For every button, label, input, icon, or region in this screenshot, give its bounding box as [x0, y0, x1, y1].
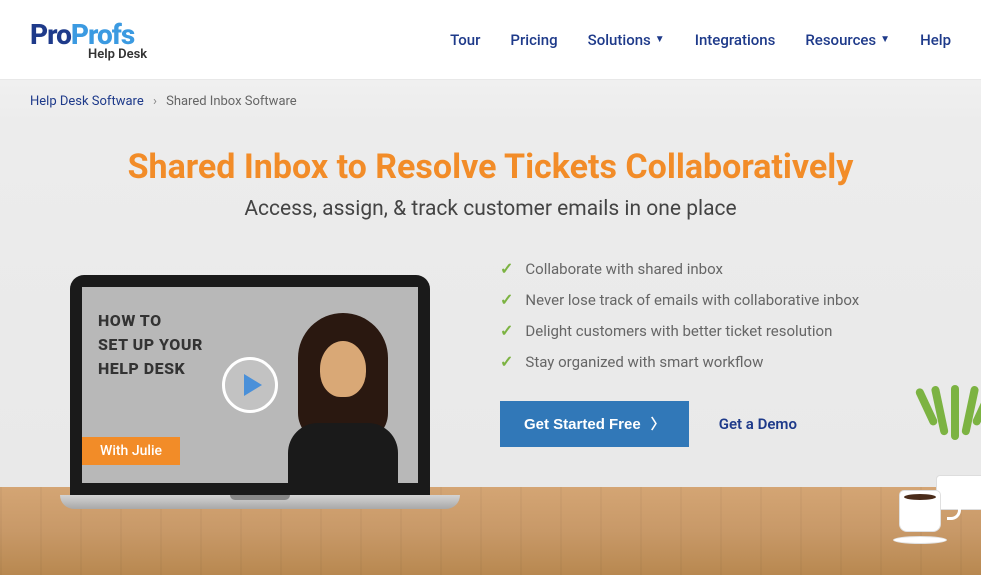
cta-row: Get Started Free 〉 Get a Demo	[500, 401, 931, 447]
video-heading: HOW TO SET UP YOUR HELP DESK	[98, 309, 203, 381]
check-icon: ✓	[500, 352, 513, 371]
breadcrumb: Help Desk Software › Shared Inbox Softwa…	[0, 80, 981, 123]
arrow-right-icon: 〉	[651, 414, 665, 434]
breadcrumb-separator: ›	[153, 94, 157, 109]
feature-text: Collaborate with shared inbox	[525, 260, 723, 278]
laptop-screen: HOW TO SET UP YOUR HELP DESK With Julie	[70, 275, 430, 495]
feature-text: Delight customers with better ticket res…	[525, 322, 832, 340]
video-line2: SET UP YOUR	[98, 333, 203, 357]
play-button[interactable]	[222, 357, 278, 413]
presenter-avatar	[278, 313, 408, 483]
logo[interactable]: ProProfs Help Desk	[30, 18, 147, 62]
breadcrumb-parent[interactable]: Help Desk Software	[30, 94, 144, 109]
feature-text: Stay organized with smart workflow	[525, 353, 763, 371]
nav-help[interactable]: Help	[920, 31, 951, 49]
nav-resources[interactable]: Resources ▼	[805, 31, 890, 49]
get-started-button[interactable]: Get Started Free 〉	[500, 401, 689, 447]
feature-list: ✓ Collaborate with shared inbox ✓ Never lo…	[500, 259, 931, 371]
play-icon	[244, 374, 262, 396]
caret-down-icon: ▼	[880, 34, 890, 45]
nav-solutions[interactable]: Solutions ▼	[588, 31, 665, 49]
feature-item: ✓ Collaborate with shared inbox	[500, 259, 931, 278]
check-icon: ✓	[500, 290, 513, 309]
feature-item: ✓ Stay organized with smart workflow	[500, 352, 931, 371]
header: ProProfs Help Desk Tour Pricing Solution…	[0, 0, 981, 80]
plant-decoration	[921, 385, 981, 505]
nav-solutions-label: Solutions	[588, 31, 651, 49]
get-demo-link[interactable]: Get a Demo	[719, 415, 797, 433]
nav-tour[interactable]: Tour	[450, 31, 480, 49]
hero-section: Shared Inbox to Resolve Tickets Collabor…	[0, 123, 981, 575]
check-icon: ✓	[500, 321, 513, 340]
nav-resources-label: Resources	[805, 31, 876, 49]
hero-title: Shared Inbox to Resolve Tickets Collabor…	[0, 123, 981, 187]
caret-down-icon: ▼	[655, 34, 665, 45]
features-column: ✓ Collaborate with shared inbox ✓ Never lo…	[500, 251, 931, 511]
coffee-mug-decoration	[899, 490, 951, 540]
check-icon: ✓	[500, 259, 513, 278]
main-nav: Tour Pricing Solutions ▼ Integrations Res…	[450, 31, 951, 49]
laptop-base	[60, 495, 460, 509]
breadcrumb-current: Shared Inbox Software	[166, 94, 297, 109]
nav-pricing[interactable]: Pricing	[510, 31, 557, 49]
feature-item: ✓ Never lose track of emails with collabo…	[500, 290, 931, 309]
logo-subtitle: Help Desk	[88, 47, 147, 62]
laptop-illustration: HOW TO SET UP YOUR HELP DESK With Julie	[60, 265, 440, 525]
nav-integrations[interactable]: Integrations	[695, 31, 776, 49]
feature-text: Never lose track of emails with collabor…	[525, 291, 859, 309]
video-thumbnail[interactable]: HOW TO SET UP YOUR HELP DESK With Julie	[82, 287, 418, 483]
get-started-label: Get Started Free	[524, 416, 641, 433]
feature-item: ✓ Delight customers with better ticket re…	[500, 321, 931, 340]
video-line3: HELP DESK	[98, 357, 203, 381]
logo-pro: Pro	[30, 18, 71, 51]
hero-subtitle: Access, assign, & track customer emails …	[0, 197, 981, 221]
video-line1: HOW TO	[98, 309, 203, 333]
presenter-badge: With Julie	[82, 437, 180, 465]
